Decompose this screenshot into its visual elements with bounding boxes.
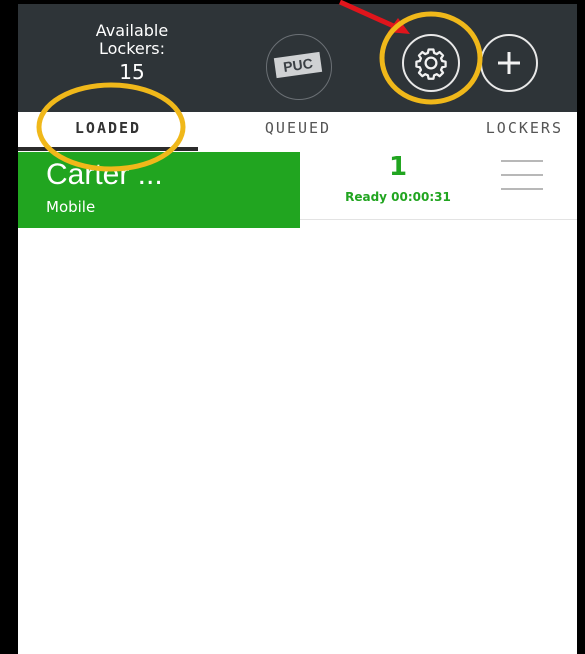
customer-card[interactable]: Carter ... Mobile (18, 152, 300, 228)
add-button[interactable] (480, 34, 538, 92)
available-lockers-label: Available Lockers: (95, 22, 169, 58)
customer-type: Mobile (46, 198, 96, 216)
settings-button[interactable] (402, 34, 460, 92)
logo-text: PUC (273, 51, 323, 79)
list-item[interactable]: Carter ... Mobile 1 Ready 00:00:31 (18, 152, 577, 228)
top-bar: Available Lockers: 15 PUC (18, 4, 577, 112)
tab-bar: LOADED QUEUED LOCKERS (18, 112, 577, 152)
tab-loaded[interactable]: LOADED (18, 112, 198, 152)
available-lockers: Available Lockers: 15 (70, 22, 194, 112)
plus-icon (498, 52, 520, 74)
tab-lockers[interactable]: LOCKERS (398, 112, 577, 152)
customer-name: Carter ... (46, 158, 163, 191)
available-lockers-count: 15 (119, 60, 145, 84)
item-count: 1 (388, 152, 408, 182)
tab-queued[interactable]: QUEUED (218, 112, 378, 152)
ready-status: Ready 00:00:31 (345, 190, 451, 204)
gear-icon (415, 48, 447, 80)
active-tab-indicator (18, 147, 198, 151)
logo: PUC (266, 34, 332, 100)
hamburger-menu-icon[interactable] (501, 160, 543, 192)
